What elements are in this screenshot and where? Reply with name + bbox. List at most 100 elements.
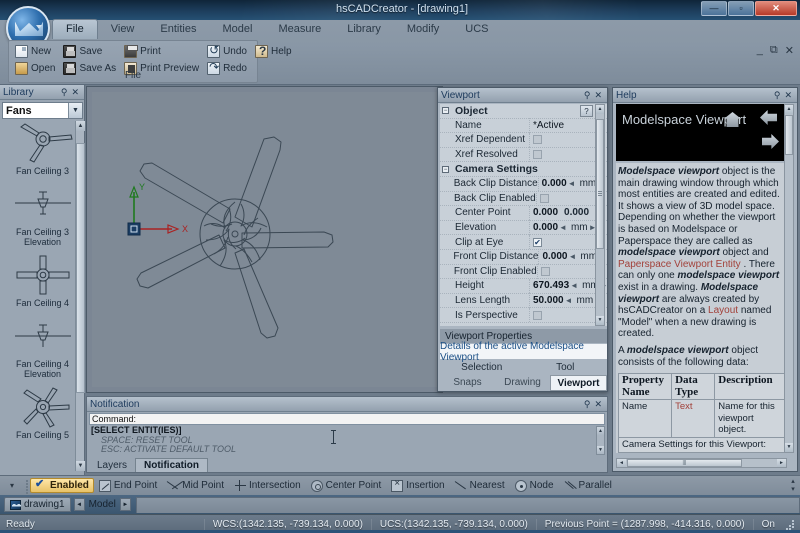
close-icon[interactable]: ✕ [592, 90, 604, 101]
resize-grip-icon[interactable] [783, 518, 797, 530]
ribbon-tab-modify[interactable]: Modify [394, 20, 452, 39]
scroll-up-icon[interactable]: ▲ [597, 427, 604, 435]
snap-nearest-button[interactable]: Nearest [450, 480, 510, 492]
scroll-up-icon[interactable]: ▲ [596, 105, 604, 114]
new-button[interactable]: New [12, 43, 58, 59]
spinner-left-icon[interactable]: ◄ [559, 223, 567, 232]
tab-notification[interactable]: Notification [135, 458, 209, 472]
scroll-down-icon[interactable]: ▼ [785, 443, 793, 452]
scroll-right-icon[interactable]: ► [777, 459, 786, 467]
snap-node-button[interactable]: Node [510, 479, 559, 492]
pin-icon[interactable]: ⚲ [582, 399, 593, 410]
expander-icon[interactable]: − [440, 162, 451, 176]
close-button[interactable]: ✕ [755, 1, 797, 16]
checkbox-icon[interactable] [539, 193, 549, 203]
spinner-left-icon[interactable]: ◄ [565, 296, 573, 305]
scroll-up-icon[interactable]: ▲ [785, 105, 793, 114]
layout-prev-arrow-icon[interactable]: ◄ [73, 498, 85, 511]
library-list-item[interactable]: Fan Ceiling 3 Elevation [8, 182, 78, 253]
undo-button[interactable]: Undo [204, 43, 250, 59]
ribbon-tab-measure[interactable]: Measure [265, 20, 334, 39]
property-row-elevation[interactable]: Elevation 0.000 ◄ mm ► [440, 220, 607, 236]
property-row-clip-at-eye[interactable]: Clip at Eye ✔ [440, 234, 607, 250]
snap-center-point-button[interactable]: Center Point [306, 479, 387, 492]
help-horizontal-scrollbar[interactable]: ◄ ||| ► [616, 458, 787, 468]
previous-arrow-icon[interactable] [760, 110, 777, 125]
property-help-button[interactable]: ? [580, 105, 593, 117]
pin-icon[interactable]: ⚲ [772, 90, 783, 101]
library-scrollbar[interactable]: ▲ ▼ [75, 121, 85, 471]
snap-enabled-toggle[interactable]: Enabled [30, 477, 94, 493]
pin-icon[interactable]: ⚲ [59, 87, 70, 98]
save-button[interactable]: Save [60, 43, 119, 59]
property-row-is-perspective[interactable]: Is Perspective [440, 307, 607, 323]
property-row-front-clip-distance[interactable]: Front Clip Distance 0.000 ◄ mm ► [440, 249, 607, 265]
scrollbar-thumb[interactable] [785, 115, 793, 155]
help-button[interactable]: Help [252, 43, 295, 59]
next-arrow-icon[interactable] [762, 134, 779, 149]
scrollbar-thumb[interactable]: ||| [627, 459, 742, 467]
document-tab-drawing1[interactable]: drawing1 [4, 497, 71, 512]
toolbar-overflow-button[interactable]: ▴ ▾ [786, 478, 800, 494]
ribbon-tab-model[interactable]: Model [209, 20, 265, 39]
property-row-xref-resolved[interactable]: Xref Resolved [440, 147, 607, 163]
checkbox-icon[interactable]: ✔ [533, 237, 542, 247]
layout-tab-model[interactable]: Model [87, 499, 118, 510]
ribbon-tab-entities[interactable]: Entities [147, 20, 209, 39]
mdi-close-button[interactable]: ✕ [785, 44, 794, 57]
checkbox-icon[interactable] [533, 310, 542, 320]
help-link-layout[interactable]: Layout [708, 305, 738, 316]
property-row-name[interactable]: Name *Active [440, 118, 607, 134]
checkbox-icon[interactable] [540, 266, 550, 276]
ribbon-tab-library[interactable]: Library [334, 20, 394, 39]
library-category-dropdown[interactable]: Fans ▼ [2, 102, 83, 119]
property-row-lens-length[interactable]: Lens Length 50.000 ◄ mm ► [440, 293, 607, 309]
help-link-paperspace-viewport-entity[interactable]: Paperspace Viewport Entity [618, 259, 741, 270]
spinner-left-icon[interactable]: ◄ [568, 252, 576, 261]
property-row-height[interactable]: Height 670.493 ◄ mm ► [440, 278, 607, 294]
mdi-restore-button[interactable]: ⧉ [770, 44, 778, 57]
drawing-canvas[interactable]: Y X [92, 92, 437, 387]
scroll-down-icon[interactable]: ▼ [596, 316, 604, 325]
spinner-left-icon[interactable]: ◄ [568, 179, 576, 188]
checkbox-icon[interactable] [533, 150, 542, 160]
chevron-down-icon[interactable]: ▼ [68, 103, 82, 118]
snap-intersection-button[interactable]: Intersection [229, 479, 306, 492]
ribbon-tab-view[interactable]: View [98, 20, 148, 39]
scroll-up-icon[interactable]: ▲ [76, 121, 85, 131]
library-list-item[interactable]: Fan Ceiling 3 [8, 121, 78, 182]
mdi-minimize-button[interactable]: _ [757, 44, 763, 57]
layout-next-arrow-icon[interactable]: ► [119, 498, 131, 511]
tab-snaps[interactable]: Snaps [440, 375, 495, 391]
property-row-front-clip-enabled[interactable]: Front Clip Enabled [440, 264, 607, 280]
property-row-center-point[interactable]: Center Point 0.000 0.000 [440, 205, 607, 221]
scrollbar-thumb[interactable] [76, 143, 85, 393]
library-list-item[interactable]: Fan Ceiling 4 Elevation [8, 314, 78, 385]
snap-end-point-button[interactable]: End Point [94, 479, 162, 492]
library-list-item[interactable]: Fan Ceiling 4 [8, 253, 78, 314]
snap-parallel-button[interactable]: Parallel [559, 480, 617, 492]
scroll-down-icon[interactable]: ▼ [597, 446, 604, 454]
close-icon[interactable]: ✕ [592, 399, 604, 410]
close-icon[interactable]: ✕ [782, 90, 794, 101]
scroll-down-icon[interactable]: ▼ [76, 461, 85, 471]
print-button[interactable]: Print [121, 43, 202, 59]
snap-insertion-button[interactable]: Insertion [386, 478, 449, 492]
expander-icon[interactable]: − [440, 104, 451, 118]
property-row-back-clip-enabled[interactable]: Back Clip Enabled [440, 191, 607, 207]
tab-layers[interactable]: Layers [89, 459, 135, 472]
property-grid[interactable]: − Object Name *Active Xref Dependent Xre… [440, 104, 607, 326]
spinner-left-icon[interactable]: ◄ [570, 281, 578, 290]
maximize-button[interactable]: ▫ [728, 1, 754, 16]
notification-scrollbar[interactable]: ▲ ▼ [596, 426, 605, 455]
quick-access-caret-icon[interactable] [36, 25, 42, 29]
scrollbar-thumb[interactable] [596, 119, 604, 249]
help-vertical-scrollbar[interactable]: ▲ ▼ [784, 104, 794, 453]
ribbon-tab-file[interactable]: File [52, 19, 98, 39]
property-row-back-clip-distance[interactable]: Back Clip Distance 0.000 ◄ mm ► [440, 176, 607, 192]
tab-drawing[interactable]: Drawing [495, 375, 550, 391]
snap-mid-point-button[interactable]: Mid Point [162, 480, 229, 492]
checkbox-icon[interactable] [533, 135, 542, 145]
pin-icon[interactable]: ⚲ [582, 90, 593, 101]
close-icon[interactable]: ✕ [69, 87, 81, 98]
